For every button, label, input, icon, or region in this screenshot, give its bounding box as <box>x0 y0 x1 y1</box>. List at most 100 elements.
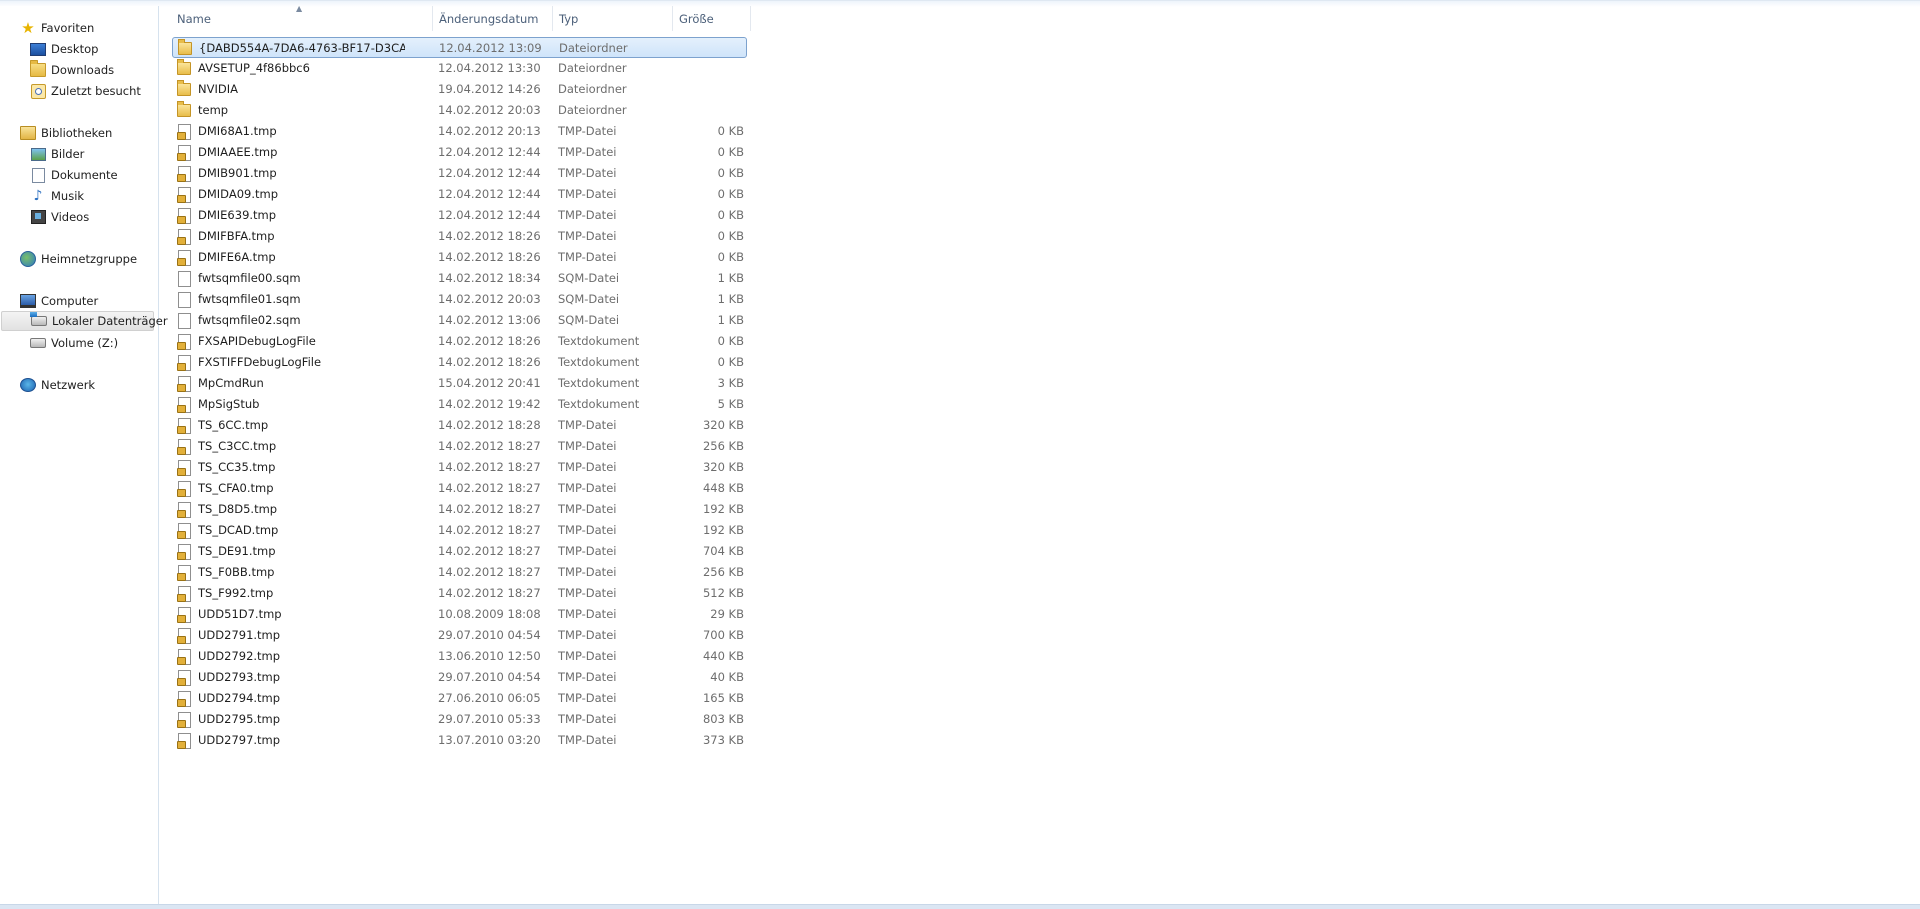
folder-icon <box>177 80 191 97</box>
file-size: 373 KB <box>702 733 744 747</box>
nav-downloads[interactable]: Downloads <box>0 60 188 80</box>
locked-file-icon <box>176 732 191 749</box>
locked-file-icon <box>176 543 191 560</box>
file-row[interactable]: UDD51D7.tmp 10.08.2009 18:08 TMP-Datei 29 K… <box>172 604 747 625</box>
file-row[interactable]: FXSAPIDebugLogFile 14.02.2012 18:26 Textdo… <box>172 331 747 352</box>
locked-file-icon <box>176 690 191 707</box>
nav-videos[interactable]: Videos <box>0 207 188 227</box>
file-name: DMIFBFA.tmp <box>198 229 275 243</box>
file-row[interactable]: fwtsqmfile00.sqm 14.02.2012 18:34 SQM-Date… <box>172 268 747 289</box>
file-row[interactable]: TS_D8D5.tmp 14.02.2012 18:27 TMP-Datei 192 … <box>172 499 747 520</box>
file-row[interactable]: TS_CC35.tmp 14.02.2012 18:27 TMP-Datei 320 … <box>172 457 747 478</box>
file-row[interactable]: DMIB901.tmp 12.04.2012 12:44 TMP-Datei 0 KB <box>172 163 747 184</box>
file-name: TS_D8D5.tmp <box>198 502 278 516</box>
nav-local-disk[interactable]: Lokaler Datenträger <box>1 311 168 331</box>
file-date: 29.07.2010 05:33 <box>438 712 541 726</box>
file-row[interactable]: TS_6CC.tmp 14.02.2012 18:28 TMP-Datei 320 K… <box>172 415 747 436</box>
nav-pictures[interactable]: Bilder <box>0 144 188 164</box>
file-type: TMP-Datei <box>558 649 617 663</box>
column-size[interactable]: Größe <box>673 6 751 31</box>
nav-network[interactable]: Netzwerk <box>0 375 178 395</box>
file-row[interactable]: UDD2793.tmp 29.07.2010 04:54 TMP-Datei 40 K… <box>172 667 747 688</box>
file-date: 14.02.2012 18:27 <box>438 481 541 495</box>
file-row[interactable]: TS_C3CC.tmp 14.02.2012 18:27 TMP-Datei 256 … <box>172 436 747 457</box>
file-type: Dateiordner <box>558 103 627 117</box>
nav-documents[interactable]: Dokumente <box>0 165 188 185</box>
nav-volume-z[interactable]: Volume (Z:) <box>0 333 188 353</box>
locked-file-icon <box>176 585 191 602</box>
file-row[interactable]: MpCmdRun 15.04.2012 20:41 Textdokument 3 KB <box>172 373 747 394</box>
column-type-label: Typ <box>559 11 579 26</box>
file-row[interactable]: UDD2797.tmp 13.07.2010 03:20 TMP-Datei 373 … <box>172 730 747 751</box>
file-row[interactable]: TS_F0BB.tmp 14.02.2012 18:27 TMP-Datei 256 … <box>172 562 747 583</box>
file-row[interactable]: FXSTIFFDebugLogFile 14.02.2012 18:26 Textd… <box>172 352 747 373</box>
file-row[interactable]: UDD2792.tmp 13.06.2010 12:50 TMP-Datei 440 … <box>172 646 747 667</box>
file-row[interactable]: DMIFBFA.tmp 14.02.2012 18:26 TMP-Datei 0 KB <box>172 226 747 247</box>
file-type: TMP-Datei <box>558 733 617 747</box>
local-disk-icon <box>30 312 47 329</box>
nav-label: Lokaler Datenträger <box>52 314 168 328</box>
drive-icon <box>30 335 46 351</box>
network-icon <box>20 377 36 393</box>
file-date: 14.02.2012 18:26 <box>438 355 541 369</box>
nav-computer[interactable]: Computer <box>0 291 178 311</box>
file-row[interactable]: {DABD554A-7DA6-4763-BF17-D3CAFB55... 12.0… <box>172 37 747 58</box>
file-date: 15.04.2012 20:41 <box>438 376 541 390</box>
file-row[interactable]: fwtsqmfile01.sqm 14.02.2012 20:03 SQM-Date… <box>172 289 747 310</box>
nav-recent[interactable]: Zuletzt besucht <box>0 81 188 101</box>
file-type: TMP-Datei <box>558 586 617 600</box>
nav-label: Favoriten <box>41 21 95 35</box>
file-date: 13.07.2010 03:20 <box>438 733 541 747</box>
file-type: TMP-Datei <box>558 712 617 726</box>
file-row[interactable]: TS_CFA0.tmp 14.02.2012 18:27 TMP-Datei 448 … <box>172 478 747 499</box>
file-name: TS_CC35.tmp <box>198 460 276 474</box>
nav-label: Bibliotheken <box>41 126 113 140</box>
locked-file-icon <box>176 333 191 350</box>
nav-favorites[interactable]: ★ Favoriten <box>0 18 178 38</box>
file-row[interactable]: TS_DE91.tmp 14.02.2012 18:27 TMP-Datei 704 … <box>172 541 747 562</box>
file-date: 14.02.2012 13:06 <box>438 313 541 327</box>
file-row[interactable]: UDD2794.tmp 27.06.2010 06:05 TMP-Datei 165 … <box>172 688 747 709</box>
nav-label: Volume (Z:) <box>51 336 119 350</box>
column-name[interactable]: Name <box>171 6 433 31</box>
file-row[interactable]: fwtsqmfile02.sqm 14.02.2012 13:06 SQM-Date… <box>172 310 747 331</box>
locked-file-icon <box>176 501 191 518</box>
file-row[interactable]: DMIDA09.tmp 12.04.2012 12:44 TMP-Datei 0 KB <box>172 184 747 205</box>
file-row[interactable]: MpSigStub 14.02.2012 19:42 Textdokument 5 K… <box>172 394 747 415</box>
file-row[interactable]: TS_DCAD.tmp 14.02.2012 18:27 TMP-Datei 192 … <box>172 520 747 541</box>
file-type: TMP-Datei <box>558 460 617 474</box>
nav-music[interactable]: ♪ Musik <box>0 186 188 206</box>
file-name: TS_F0BB.tmp <box>198 565 275 579</box>
file-type: TMP-Datei <box>558 502 617 516</box>
file-row[interactable]: DMIE639.tmp 12.04.2012 12:44 TMP-Datei 0 KB <box>172 205 747 226</box>
nav-homegroup[interactable]: Heimnetzgruppe <box>0 249 178 269</box>
file-row[interactable]: UDD2791.tmp 29.07.2010 04:54 TMP-Datei 700 … <box>172 625 747 646</box>
locked-file-icon <box>176 165 191 182</box>
downloads-folder-icon <box>30 60 46 78</box>
file-type: TMP-Datei <box>558 670 617 684</box>
nav-label: Desktop <box>51 42 99 56</box>
file-size <box>674 100 744 121</box>
locked-file-icon <box>176 606 191 623</box>
file-row[interactable]: DMI68A1.tmp 14.02.2012 20:13 TMP-Datei 0 KB <box>172 121 747 142</box>
nav-label: Heimnetzgruppe <box>41 252 138 266</box>
file-row[interactable]: DMIFE6A.tmp 14.02.2012 18:26 TMP-Datei 0 KB <box>172 247 747 268</box>
file-name: fwtsqmfile01.sqm <box>198 292 301 306</box>
file-row[interactable]: TS_F992.tmp 14.02.2012 18:27 TMP-Datei 512 … <box>172 583 747 604</box>
file-icon <box>177 270 191 287</box>
file-size: 192 KB <box>702 523 744 537</box>
nav-libraries[interactable]: Bibliotheken <box>0 123 178 143</box>
column-modified[interactable]: Änderungsdatum <box>433 6 553 31</box>
file-row[interactable]: NVIDIA 19.04.2012 14:26 Dateiordner <box>172 79 747 100</box>
file-icon <box>177 291 191 308</box>
file-size: 165 KB <box>702 691 744 705</box>
column-type[interactable]: Typ <box>553 6 673 31</box>
file-row[interactable]: DMIAAEE.tmp 12.04.2012 12:44 TMP-Datei 0 KB <box>172 142 747 163</box>
file-date: 19.04.2012 14:26 <box>438 82 541 96</box>
file-row[interactable]: temp 14.02.2012 20:03 Dateiordner <box>172 100 747 121</box>
file-size: 1 KB <box>717 271 744 285</box>
file-row[interactable]: UDD2795.tmp 29.07.2010 05:33 TMP-Datei 803 … <box>172 709 747 730</box>
folder-icon <box>178 39 192 56</box>
nav-desktop[interactable]: Desktop <box>0 39 188 59</box>
file-row[interactable]: AVSETUP_4f86bbc6 12.04.2012 13:30 Dateiord… <box>172 58 747 79</box>
